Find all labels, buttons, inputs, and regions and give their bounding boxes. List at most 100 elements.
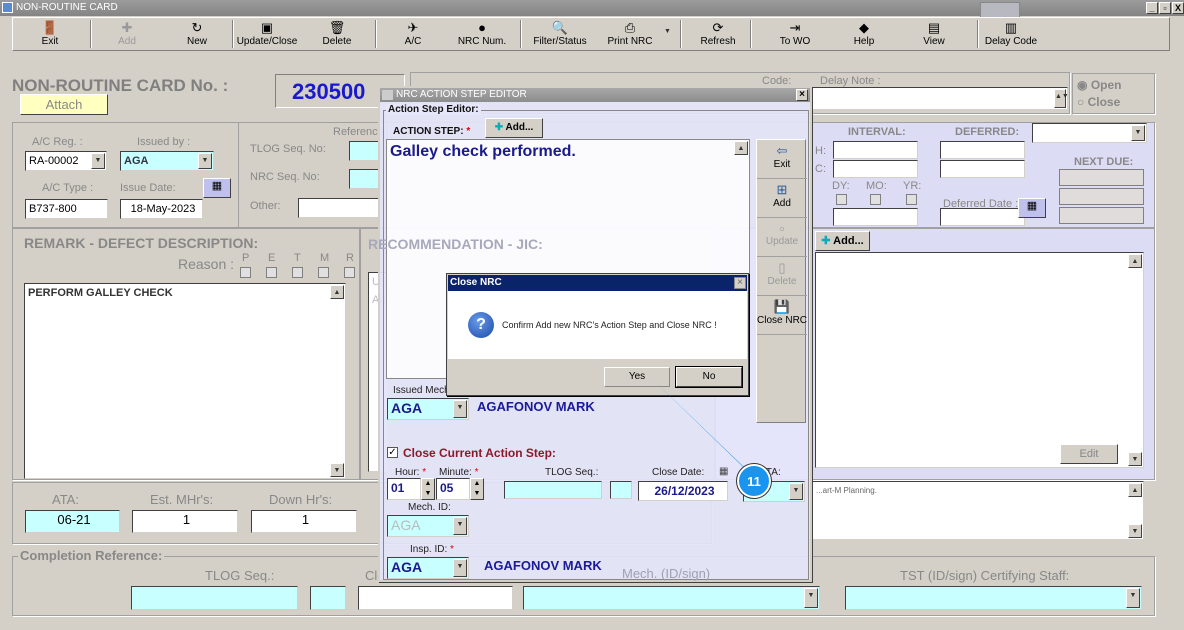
- attach-button[interactable]: Attach: [20, 94, 108, 115]
- hours-label: H:: [815, 145, 826, 157]
- restore-button[interactable]: ▫: [1159, 2, 1171, 14]
- minute-input[interactable]: 05: [436, 478, 470, 500]
- editor-close-button[interactable]: ×: [796, 89, 808, 101]
- down-hrs-input[interactable]: 1: [251, 510, 357, 533]
- toolbar-print-nrc-button[interactable]: ⎙ Print NRC: [599, 20, 661, 50]
- editor-add-label: Add...: [505, 122, 534, 133]
- note-textarea[interactable]: ...art-M Planning. ▲ ▼: [812, 481, 1144, 540]
- toolbar-delay-code-button[interactable]: ▥ Delay Code: [978, 20, 1044, 50]
- insp-id-label-text: Insp. ID:: [410, 544, 448, 555]
- deferred-calendar-icon[interactable]: ▦: [1018, 198, 1046, 218]
- no-button[interactable]: No: [675, 366, 743, 388]
- toolbar-new-button[interactable]: ↻ New: [167, 20, 227, 50]
- dy-checkbox[interactable]: [836, 194, 847, 205]
- issued-mech-select[interactable]: AGA ▼: [387, 398, 469, 420]
- toolbar-separator: [680, 20, 682, 48]
- reason-r-checkbox[interactable]: [344, 267, 355, 278]
- mhrs-input[interactable]: 1: [132, 510, 238, 533]
- edit-button[interactable]: Edit: [1060, 444, 1118, 464]
- deferred-hours-input[interactable]: [940, 141, 1025, 159]
- editor-add-button[interactable]: ⊞ Add: [757, 179, 807, 218]
- editor-delete-button[interactable]: ▯ Delete: [757, 257, 807, 296]
- ac-reg-select[interactable]: RA-00002 ▼: [25, 151, 107, 171]
- close-date-calendar-icon[interactable]: ▦: [719, 466, 728, 477]
- toolbar-nrc-num--button[interactable]: ● NRC Num.: [451, 20, 513, 50]
- tlog-seq-input[interactable]: [349, 141, 379, 161]
- mo-checkbox[interactable]: [870, 194, 881, 205]
- other-input[interactable]: [298, 198, 380, 218]
- completion-tst-select[interactable]: ▼: [845, 586, 1142, 610]
- toolbar-exit-button[interactable]: 🚪 Exit: [20, 20, 80, 50]
- nrc-seq-input[interactable]: [349, 169, 379, 189]
- radio-close[interactable]: ○ Close: [1077, 95, 1120, 109]
- yes-button[interactable]: Yes: [604, 367, 670, 387]
- confirm-close-button[interactable]: ×: [734, 277, 746, 289]
- reason-t-checkbox[interactable]: [292, 267, 303, 278]
- insp-id-select[interactable]: AGA ▼: [387, 557, 469, 579]
- toolbar-separator: [232, 20, 234, 48]
- toolbar-add-button[interactable]: ✚ Add: [97, 20, 157, 50]
- toolbar-update-close-button[interactable]: ▣ Update/Close: [234, 20, 300, 50]
- aircraft-icon: ✈: [407, 20, 419, 35]
- minimize-button[interactable]: _: [1146, 2, 1158, 14]
- deferred-label: DEFERRED:: [955, 126, 1020, 138]
- reason-p-checkbox[interactable]: [240, 267, 251, 278]
- completion-tlog-input[interactable]: [131, 586, 298, 610]
- editor-ata-select[interactable]: ▼: [743, 481, 805, 502]
- calendar-icon[interactable]: ▦: [203, 178, 231, 198]
- toolbar-view-button[interactable]: ▤ View: [904, 20, 964, 50]
- to-wo-icon: ⇥: [789, 20, 801, 35]
- completion-tlog-suffix[interactable]: [310, 586, 346, 610]
- interval-date-input[interactable]: [833, 208, 918, 226]
- trash-icon: 🗑: [328, 20, 346, 35]
- toolbar-label: NRC Num.: [457, 36, 507, 47]
- ac-type-input[interactable]: B737-800: [25, 199, 108, 219]
- editor-close-nrc-button[interactable]: 💾 Close NRC: [757, 296, 807, 335]
- action-textarea[interactable]: ▲ ▼: [815, 252, 1144, 468]
- mech-id-select[interactable]: AGA ▼: [387, 515, 469, 537]
- minute-spinner[interactable]: ▲ ▼: [470, 478, 484, 500]
- action-add-tab[interactable]: ✚ Add...: [815, 231, 870, 251]
- ata-label: ATA:: [52, 492, 79, 507]
- completion-mech-select[interactable]: ▼: [523, 586, 820, 610]
- toolbar-delete-button[interactable]: 🗑 Delete: [307, 20, 367, 50]
- question-icon: ?: [468, 312, 494, 338]
- reason-e-checkbox[interactable]: [266, 267, 277, 278]
- editor-update-button[interactable]: ▫ Update: [757, 218, 807, 257]
- ata-input[interactable]: 06-21: [25, 510, 120, 533]
- radio-open[interactable]: ◉ Open: [1077, 78, 1121, 92]
- toolbar-a-c-button[interactable]: ✈ A/C: [383, 20, 443, 50]
- toolbar-label: Exit: [41, 36, 59, 47]
- toolbar-filter-status-button[interactable]: 🔍 Filter/Status: [527, 20, 593, 50]
- issue-date-input[interactable]: 18-May-2023: [120, 199, 203, 219]
- completion-close-date-input[interactable]: [358, 586, 513, 610]
- yr-checkbox[interactable]: [906, 194, 917, 205]
- remark-textarea[interactable]: PERFORM GALLEY CHECK ▲ ▼: [24, 283, 346, 479]
- editor-add-tab[interactable]: ✚ Add...: [485, 118, 543, 138]
- hour-input[interactable]: 01: [387, 478, 421, 500]
- toolbar-refresh-button[interactable]: ⟳ Refresh: [688, 20, 748, 50]
- delay-note-input[interactable]: ▲▼: [812, 87, 1069, 110]
- toolbar-label: A/C: [404, 36, 422, 47]
- close-step-checkbox[interactable]: ✓: [387, 447, 398, 458]
- reason-m-checkbox[interactable]: [318, 267, 329, 278]
- editor-close-date-input[interactable]: 26/12/2023: [638, 481, 728, 501]
- print-dropdown-icon[interactable]: ▼: [664, 28, 671, 35]
- interval-hours-input[interactable]: [833, 141, 918, 159]
- editor-exit-button[interactable]: ⇦ Exit: [757, 140, 807, 179]
- toolbar-separator: [750, 20, 752, 48]
- close-window-button[interactable]: X: [1172, 2, 1184, 14]
- editor-tlog-suffix[interactable]: [610, 481, 632, 499]
- editor-title-bar: NRC ACTION STEP EDITOR: [380, 88, 810, 102]
- deferred-cycles-input[interactable]: [940, 160, 1025, 178]
- toolbar-help-button[interactable]: ◆ Help: [834, 20, 894, 50]
- scroll-up-button[interactable]: ▲: [734, 141, 748, 155]
- issued-by-select[interactable]: AGA ▼: [120, 151, 214, 171]
- editor-tlog-input[interactable]: [504, 481, 602, 499]
- toolbar-to-wo-button[interactable]: ⇥ To WO: [765, 20, 825, 50]
- hour-spinner[interactable]: ▲ ▼: [421, 478, 435, 500]
- deferred-select[interactable]: ▼: [1032, 123, 1147, 143]
- interval-cycles-input[interactable]: [833, 160, 918, 178]
- action-step-text: Galley check performed.: [390, 143, 576, 160]
- deferred-date-input[interactable]: [940, 208, 1025, 226]
